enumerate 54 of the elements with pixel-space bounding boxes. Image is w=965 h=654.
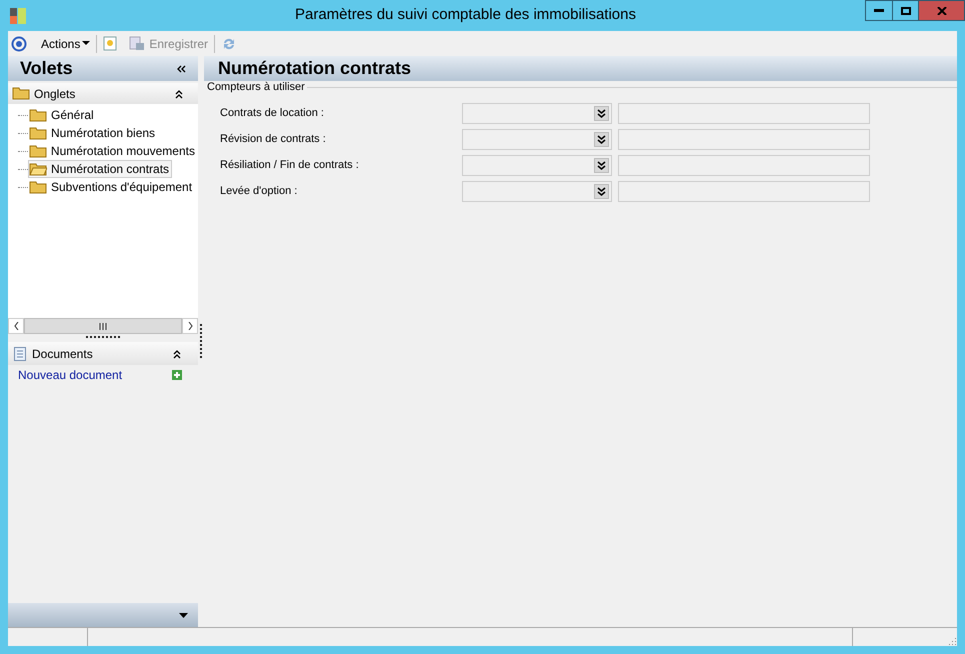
double-chevron-icon[interactable] [594, 184, 609, 199]
horizontal-scrollbar[interactable] [8, 318, 198, 334]
minimize-button[interactable] [865, 0, 893, 21]
section-title: Documents [32, 346, 94, 362]
app-logo-icon [10, 8, 26, 24]
field-label: Révision de contrats : [220, 132, 327, 148]
collapse-pane-icon[interactable] [177, 64, 186, 72]
add-icon[interactable] [172, 370, 182, 380]
section-header[interactable]: Onglets [8, 83, 198, 104]
field-label: Levée d'option : [220, 184, 298, 200]
target-icon[interactable] [11, 36, 27, 52]
tree-item[interactable]: Numérotation mouvements [28, 142, 198, 160]
tree-item[interactable]: Numérotation biens [28, 124, 158, 142]
double-chevron-icon[interactable] [594, 132, 609, 147]
folder-icon [28, 144, 47, 158]
field-label: Contrats de location : [220, 106, 325, 122]
counter-field[interactable] [618, 155, 870, 176]
new-document-link[interactable]: Nouveau document [18, 366, 172, 384]
section-header[interactable]: Documents [8, 342, 198, 365]
document-icon [14, 346, 26, 360]
tree-item[interactable]: Numérotation contrats [28, 160, 172, 178]
tree-item[interactable]: Général [28, 106, 97, 124]
actions-menu[interactable]: Actions [41, 34, 90, 52]
content-title: Numérotation contrats [218, 57, 412, 80]
counter-field[interactable] [618, 129, 870, 150]
close-icon[interactable] [936, 6, 946, 14]
caret-icon[interactable] [82, 41, 90, 46]
collapse-icon[interactable] [174, 88, 184, 98]
section-title: Onglets [34, 86, 76, 102]
collapse-icon[interactable] [172, 348, 182, 358]
scroll-thumb[interactable] [24, 318, 182, 334]
chevron-right-icon[interactable] [188, 322, 192, 330]
resize-grip-icon[interactable] [947, 636, 957, 646]
folder-icon [29, 108, 47, 122]
field-label: Résiliation / Fin de contrats : [220, 158, 360, 174]
maximize-icon[interactable] [900, 6, 910, 14]
scroll-right-button[interactable] [182, 318, 198, 334]
scroll-left-button[interactable] [8, 318, 24, 334]
dropdown-icon[interactable] [179, 612, 188, 618]
folder-icon [29, 180, 47, 194]
counter-field[interactable] [618, 103, 870, 124]
folder-icon [12, 87, 30, 100]
counter-field[interactable] [618, 181, 870, 202]
sidebar-title: Volets [20, 57, 74, 80]
tree-item[interactable]: Subventions d'équipement [28, 178, 196, 196]
group-title: Compteurs à utiliser [207, 81, 305, 94]
folder-icon [29, 126, 47, 140]
open-folder-icon [29, 162, 47, 176]
double-chevron-icon[interactable] [594, 106, 609, 121]
close-button[interactable] [919, 0, 965, 21]
window-title: Paramètres du suivi comptable des immobilisations [294, 5, 637, 26]
chevron-left-icon[interactable] [14, 322, 18, 330]
minimize-icon[interactable] [874, 8, 884, 12]
double-chevron-icon[interactable] [594, 158, 609, 173]
